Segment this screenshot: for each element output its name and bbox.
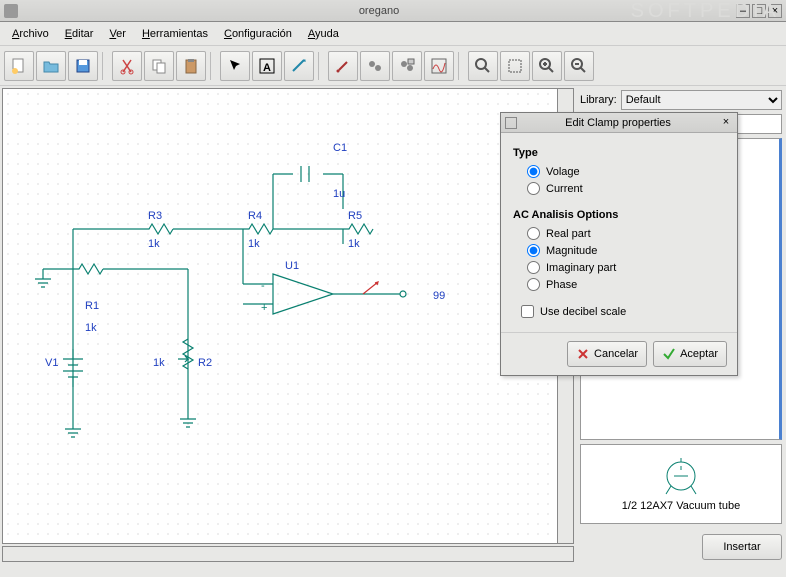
value-r1: 1k [85,322,97,334]
cancel-icon [576,347,590,361]
wire-tool[interactable] [284,51,314,81]
label-c1: C1 [333,142,347,154]
schematic: - + C1 1u R3 1k R4 1k R5 1 [3,89,563,544]
radio-magnitude[interactable]: Magnitude [527,244,725,257]
menu-tools[interactable]: Herramientas [134,26,216,42]
accept-button[interactable]: Aceptar [653,341,727,367]
zoom-region-tool[interactable] [500,51,530,81]
radio-imaginary[interactable]: Imaginary part [527,261,725,274]
label-r3: R3 [148,210,162,222]
dialog-icon [505,117,517,129]
simulate-button[interactable] [360,51,390,81]
plot-button[interactable] [424,51,454,81]
svg-text:A: A [263,62,271,74]
radio-real[interactable]: Real part [527,227,725,240]
horizontal-scrollbar[interactable] [2,546,574,562]
radio-phase[interactable]: Phase [527,278,725,291]
value-r4: 1k [248,238,260,250]
save-button[interactable] [68,51,98,81]
preview-label: 1/2 12AX7 Vacuum tube [622,500,740,512]
copy-button[interactable] [144,51,174,81]
menu-edit[interactable]: Editar [57,26,102,42]
dialog-title: Edit Clamp properties [517,117,719,129]
value-r5: 1k [348,238,360,250]
radio-voltage[interactable]: Volage [527,165,725,178]
insert-button[interactable]: Insertar [702,534,782,560]
vacuum-tube-icon [656,456,706,496]
clamp-properties-dialog: Edit Clamp properties × Type Volage Curr… [500,112,738,376]
minimize-button[interactable]: – [736,4,750,18]
maximize-button[interactable]: □ [752,4,766,18]
titlebar: oregano – □ × [0,0,786,22]
part-preview: 1/2 12AX7 Vacuum tube [580,444,782,524]
arrow-tool[interactable] [220,51,250,81]
value-r2: 1k [153,357,165,369]
label-r1: R1 [85,300,99,312]
accept-icon [662,347,676,361]
zoom-in-button[interactable] [532,51,562,81]
svg-text:-: - [261,280,265,292]
dialog-close-button[interactable]: × [719,116,733,130]
zoom-tool[interactable] [468,51,498,81]
label-r2: R2 [198,357,212,369]
menu-view[interactable]: Ver [101,26,134,42]
zoom-out-button[interactable] [564,51,594,81]
toolbar: A [0,46,786,86]
cancel-button[interactable]: Cancelar [567,341,647,367]
menu-file[interactable]: Archivo [4,26,57,42]
ac-group-label: AC Analisis Options [513,209,725,221]
type-group-label: Type [513,147,725,159]
value-r3: 1k [148,238,160,250]
open-button[interactable] [36,51,66,81]
menubar: Archivo Editar Ver Herramientas Configur… [0,22,786,46]
svg-text:+: + [261,302,267,314]
menu-help[interactable]: Ayuda [300,26,347,42]
value-c1: 1u [333,188,345,200]
app-icon [4,4,18,18]
menu-config[interactable]: Configuración [216,26,300,42]
cut-button[interactable] [112,51,142,81]
label-v1: V1 [45,357,58,369]
node-99: 99 [433,290,445,302]
close-button[interactable]: × [768,4,782,18]
window-title: oregano [24,5,734,17]
label-r4: R4 [248,210,262,222]
library-label: Library: [580,94,617,106]
library-select[interactable]: Default [621,90,782,110]
check-decibel[interactable]: Use decibel scale [521,305,725,318]
label-r5: R5 [348,210,362,222]
canvas[interactable]: - + C1 1u R3 1k R4 1k R5 1 [2,88,574,544]
label-u1: U1 [285,260,299,272]
radio-current[interactable]: Current [527,182,725,195]
probe-tool[interactable] [328,51,358,81]
text-tool[interactable]: A [252,51,282,81]
sim-settings-button[interactable] [392,51,422,81]
paste-button[interactable] [176,51,206,81]
new-button[interactable] [4,51,34,81]
